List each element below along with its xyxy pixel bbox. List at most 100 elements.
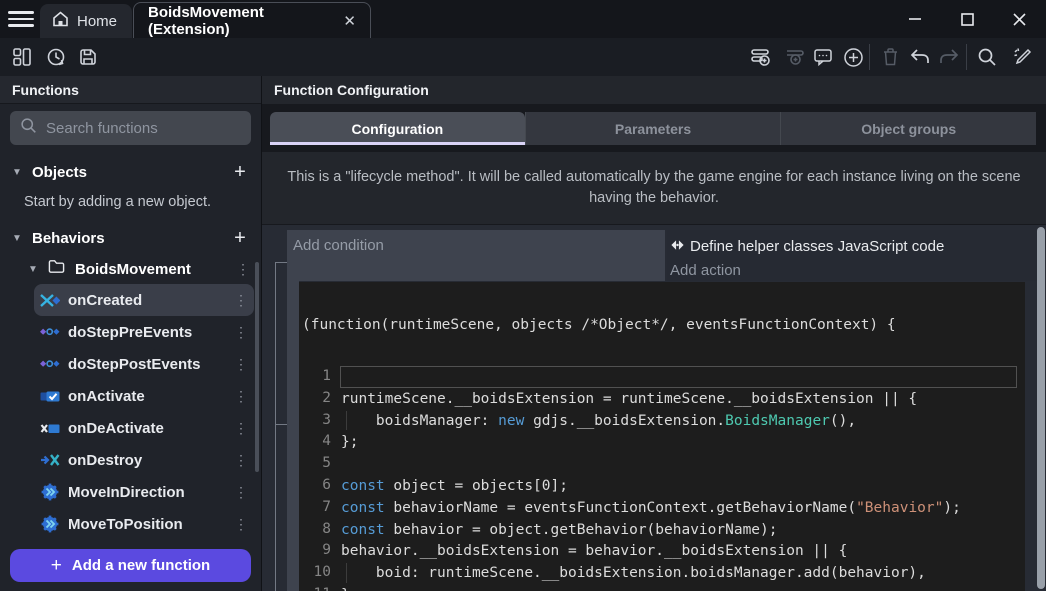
event-drag-handle[interactable] [287,230,299,591]
function-item-ondeactivate[interactable]: onDeActivate ⋮ [34,412,254,444]
function-label: doStepPreEvents [68,324,224,341]
item-menu-icon[interactable]: ⋮ [232,420,250,437]
lifecycle-description: This is a "lifecycle method". It will be… [283,167,1025,209]
code-line-4[interactable]: 4}; [302,431,1021,453]
add-circle-icon[interactable] [841,45,865,69]
toolbar-divider [869,44,870,70]
code-line-7[interactable]: 7const behaviorName = eventsFunctionCont… [302,497,1021,519]
add-subevent-icon[interactable] [782,45,806,69]
panel-title: Function Configuration [262,76,1046,104]
tab-home[interactable]: Home [40,4,132,38]
tab-parameters[interactable]: Parameters [525,112,781,145]
toolbar: Preview Share [0,38,1046,76]
code-line-5[interactable]: 5 [302,453,1021,475]
tab-boidsmovement[interactable]: BoidsMovement (Extension) ✕ [133,2,371,38]
function-label: onActivate [68,388,224,405]
code-lines: 12runtimeScene.__boidsExtension = runtim… [302,366,1021,591]
behaviors-section-header[interactable]: ▼ Behaviors + [0,224,252,252]
maximize-button[interactable] [956,8,978,30]
undo-icon[interactable] [908,45,932,69]
js-code-editor[interactable]: (function(runtimeScene, objects /*Object… [299,282,1025,591]
lifecycle-activate-icon [40,388,60,404]
redo-icon[interactable] [937,45,961,69]
code-line-10[interactable]: 10 boid: runtimeScene.__boidsExtension.b… [302,562,1021,584]
objects-section-header[interactable]: ▼ Objects + [0,158,252,186]
history-icon[interactable] [44,45,68,69]
search-functions-input[interactable] [46,120,245,137]
sidebar-title: Functions [0,76,261,104]
folder-label: BoidsMovement [75,261,191,278]
code-line-9[interactable]: 9behavior.__boidsExtension = behavior.__… [302,540,1021,562]
line-number: 4 [302,431,340,453]
add-event-icon[interactable] [749,45,773,69]
code-line-6[interactable]: 6const object = objects[0]; [302,475,1021,497]
event-indent-tick [275,262,287,263]
code-line-3[interactable]: 3 boidsManager: new gdjs.__boidsExtensio… [302,410,1021,432]
add-behavior-button[interactable]: + [228,227,252,250]
item-menu-icon[interactable]: ⋮ [232,356,250,373]
tab-configuration[interactable]: Configuration [270,112,525,145]
title-bar: Home BoidsMovement (Extension) ✕ [0,0,1046,38]
folder-menu-icon[interactable]: ⋮ [234,261,252,278]
code-line-1[interactable]: 1 [302,366,1021,388]
function-label: doStepPostEvents [68,356,224,373]
item-menu-icon[interactable]: ⋮ [232,292,250,309]
line-number: 11 [302,584,340,591]
function-item-onactivate[interactable]: onActivate ⋮ [34,380,254,412]
close-window-button[interactable] [1008,8,1030,30]
line-number: 7 [302,497,340,519]
event-indent-tick [275,424,287,425]
line-number: 3 [302,410,340,432]
event-sheet: Add condition Define helper classes Java… [262,225,1046,591]
comment-icon[interactable] [811,45,835,69]
lifecycle-description-panel: This is a "lifecycle method". It will be… [262,152,1046,224]
close-tab-icon[interactable]: ✕ [343,12,356,30]
configuration-tabs: ConfigurationParametersObject groups [270,112,1036,145]
search-icon [20,117,37,139]
add-object-button[interactable]: + [228,161,252,184]
lifecycle-destroy-icon [40,452,60,468]
item-menu-icon[interactable]: ⋮ [232,516,250,533]
chevron-down-icon: ▼ [12,233,22,244]
function-item-oncreated[interactable]: onCreated ⋮ [34,284,254,316]
item-menu-icon[interactable]: ⋮ [232,484,250,501]
behavior-folder-boidsmovement[interactable]: ▼ BoidsMovement ⋮ [0,255,252,283]
functions-sidebar: Functions ▼ Objects + Start by adding a … [0,76,262,591]
sidebar-scrollbar[interactable] [255,262,259,472]
lifecycle-poststep-icon [40,356,60,372]
gdevelop-window: Home BoidsMovement (Extension) ✕ Preview [0,0,1046,591]
save-icon[interactable] [76,45,100,69]
add-condition-button[interactable]: Add condition [287,230,665,281]
item-menu-icon[interactable]: ⋮ [232,452,250,469]
minimize-button[interactable] [904,8,926,30]
code-line-2[interactable]: 2runtimeScene.__boidsExtension = runtime… [302,388,1021,410]
panels-icon[interactable] [10,45,34,69]
item-menu-icon[interactable]: ⋮ [232,324,250,341]
trash-icon[interactable] [878,45,902,69]
search-functions-box[interactable] [10,111,251,145]
function-item-ondestroy[interactable]: onDestroy ⋮ [34,444,254,476]
item-menu-icon[interactable]: ⋮ [232,388,250,405]
tab-object-groups[interactable]: Object groups [780,112,1036,145]
function-label: onDestroy [68,452,224,469]
add-action-button[interactable]: Add action [670,258,1038,282]
code-line-8[interactable]: 8const behavior = object.getBehavior(beh… [302,519,1021,541]
function-item-dosteppreevents[interactable]: doStepPreEvents ⋮ [34,316,254,348]
event-sheet-scrollbar[interactable] [1037,227,1045,589]
function-item-movetoposition[interactable]: MoveToPosition ⋮ [34,508,254,540]
line-number: 2 [302,388,340,410]
menu-icon[interactable] [8,8,34,30]
add-function-button[interactable]: + Add a new function [10,549,251,582]
line-number: 10 [302,562,340,584]
code-line-11[interactable]: 11}; [302,584,1021,591]
js-event-title[interactable]: Define helper classes JavaScript code [670,234,1038,258]
function-item-dosteppostevents[interactable]: doStepPostEvents ⋮ [34,348,254,380]
lifecycle-deactivate-icon [40,420,60,436]
tab-active-label: BoidsMovement (Extension) [148,4,325,38]
js-code-icon [670,238,685,255]
search-icon[interactable] [975,45,999,69]
line-number: 6 [302,475,340,497]
edit-icon[interactable] [1011,45,1035,69]
chevron-down-icon: ▼ [12,167,22,178]
function-item-moveindirection[interactable]: MoveInDirection ⋮ [34,476,254,508]
